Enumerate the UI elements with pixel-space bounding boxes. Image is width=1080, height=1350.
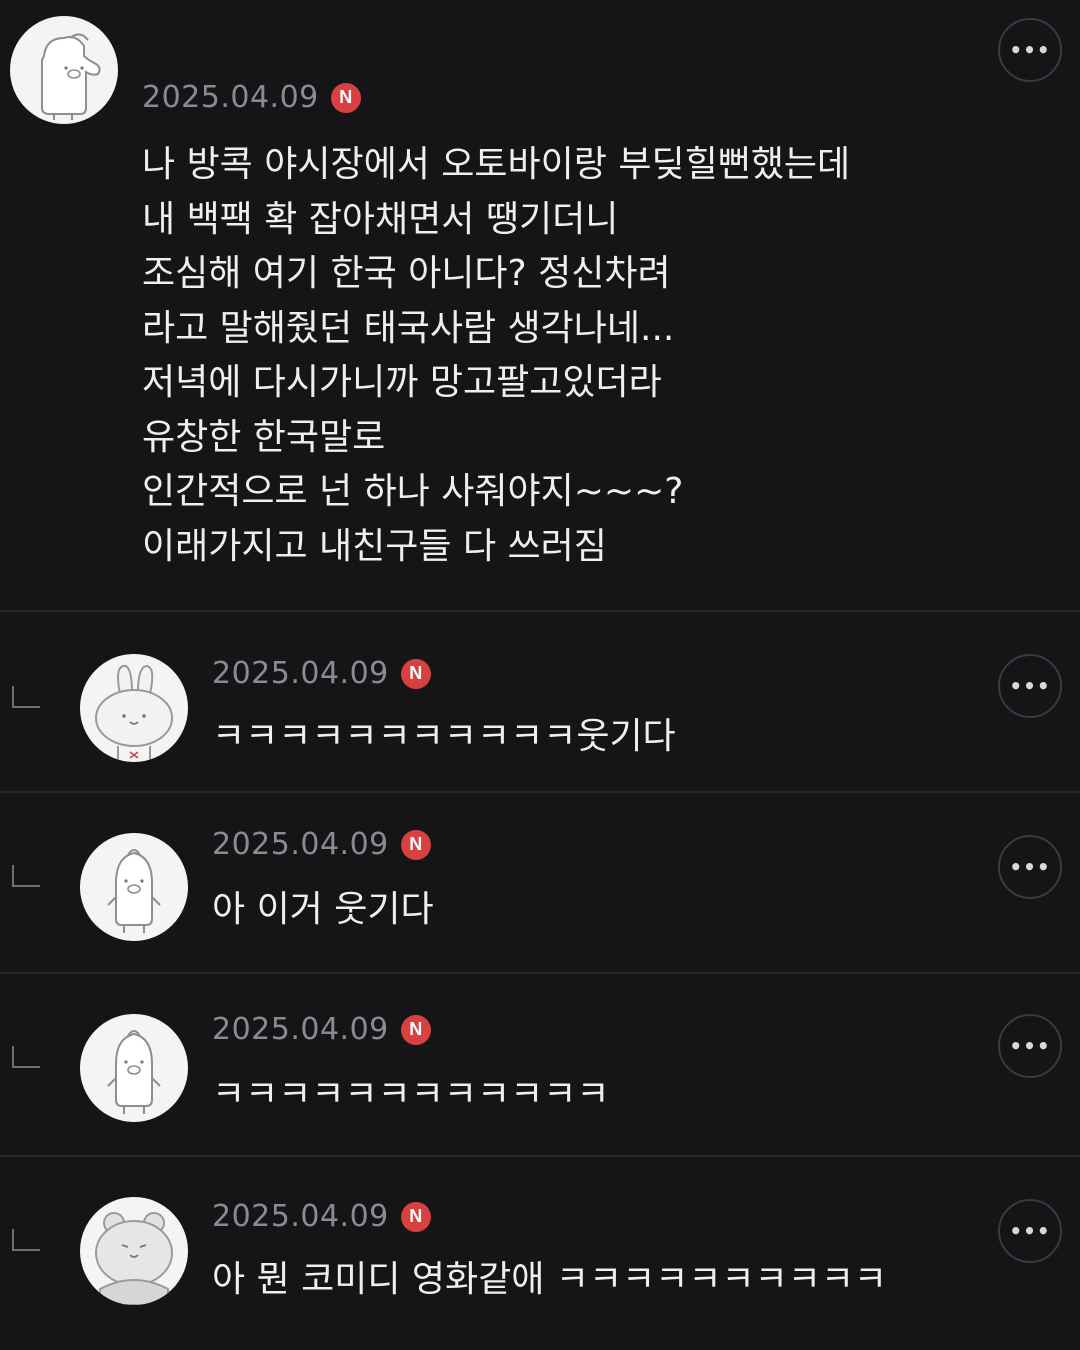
- new-badge-icon: N: [400, 1014, 431, 1045]
- avatar[interactable]: [80, 833, 188, 941]
- comment-meta: 2025.04.09 N: [212, 827, 431, 862]
- avatar[interactable]: [80, 1197, 188, 1305]
- comment-meta: 2025.04.09 N: [212, 1199, 431, 1234]
- avatar[interactable]: [10, 16, 118, 124]
- avatar[interactable]: [80, 1014, 188, 1122]
- more-options-button[interactable]: •••: [998, 18, 1062, 82]
- bunny-character-icon: [95, 664, 173, 762]
- comment-line: 이래가지고 내친구들 다 쓰러짐: [142, 525, 607, 567]
- reply-item: 2025.04.09 N ••• ㅋㅋㅋㅋㅋㅋㅋㅋㅋㅋㅋㅋ: [0, 974, 1080, 1156]
- comment-line: 내 백팩 확 잡아채면서 땡기더니: [142, 198, 619, 240]
- comment-line: 유창한 한국말로: [142, 416, 386, 458]
- comment-line: 인간적으로 넌 하나 사줘야지~~~?: [142, 471, 684, 512]
- more-options-button[interactable]: •••: [998, 1014, 1062, 1078]
- new-badge-icon: N: [400, 658, 431, 689]
- reply-arrow-icon: [12, 1046, 40, 1068]
- pig-character-icon: [107, 1030, 161, 1114]
- comment-date: 2025.04.09: [212, 827, 389, 862]
- comment-meta: 2025.04.09 N: [212, 656, 431, 691]
- reply-item: 2025.04.09 N ••• 아 뭔 코미디 영화같애 ㅋㅋㅋㅋㅋㅋㅋㅋㅋㅋ: [0, 1157, 1080, 1350]
- bear-character-icon: [95, 1212, 173, 1305]
- new-badge-icon: N: [330, 82, 361, 113]
- comment-line: 라고 말해줬던 태국사람 생각나네...: [142, 307, 675, 349]
- comment-text: 아 이거 웃기다: [212, 889, 434, 930]
- reply-arrow-icon: [12, 865, 40, 887]
- comment-meta: 2025.04.09 N: [142, 80, 361, 115]
- more-options-button[interactable]: •••: [998, 654, 1062, 718]
- comment-text: 나 방콕 야시장에서 오토바이랑 부딪힐뻔했는데 내 백팩 확 잡아채면서 땡기…: [142, 138, 850, 574]
- comment-line: 조심해 여기 한국 아니다? 정신차려: [142, 253, 671, 294]
- comment-date: 2025.04.09: [212, 1199, 389, 1234]
- reply-item: 2025.04.09 N ••• 아 이거 웃기다: [0, 793, 1080, 973]
- reply-item: 2025.04.09 N ••• ㅋㅋㅋㅋㅋㅋㅋㅋㅋㅋㅋ웃기다: [0, 612, 1080, 792]
- comment-text: 아 뭔 코미디 영화같애 ㅋㅋㅋㅋㅋㅋㅋㅋㅋㅋ: [212, 1259, 888, 1300]
- comment-text: ㅋㅋㅋㅋㅋㅋㅋㅋㅋㅋㅋ웃기다: [212, 716, 676, 757]
- comment-text: ㅋㅋㅋㅋㅋㅋㅋㅋㅋㅋㅋㅋ: [212, 1074, 610, 1115]
- comment-item: 2025.04.09 N ••• 나 방콕 야시장에서 오토바이랑 부딪힐뻔했는…: [0, 0, 1080, 612]
- new-badge-icon: N: [400, 1201, 431, 1232]
- reply-arrow-icon: [12, 686, 40, 708]
- new-badge-icon: N: [400, 829, 431, 860]
- comment-date: 2025.04.09: [142, 80, 319, 115]
- comment-line: 저녁에 다시가니까 망고팔고있더라: [142, 362, 662, 403]
- pig-character-icon: [107, 849, 161, 933]
- comment-meta: 2025.04.09 N: [212, 1012, 431, 1047]
- comment-date: 2025.04.09: [212, 1012, 389, 1047]
- comment-date: 2025.04.09: [212, 656, 389, 691]
- avatar[interactable]: [80, 654, 188, 762]
- more-options-button[interactable]: •••: [998, 835, 1062, 899]
- comment-line: 나 방콕 야시장에서 오토바이랑 부딪힐뻔했는데: [142, 144, 851, 185]
- pig-character-icon: [41, 33, 101, 120]
- more-options-button[interactable]: •••: [998, 1199, 1062, 1263]
- reply-arrow-icon: [12, 1229, 40, 1251]
